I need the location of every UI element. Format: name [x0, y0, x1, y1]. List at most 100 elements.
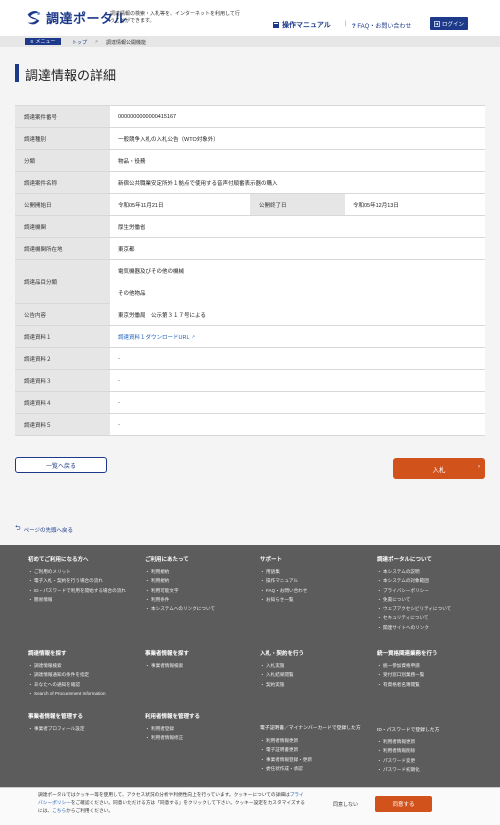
footer-link[interactable]: 利用者情報更新 — [377, 737, 439, 747]
footer-heading[interactable]: ご利用にあたって — [145, 555, 215, 563]
footer-link[interactable]: 入札実施 — [260, 661, 304, 671]
breadcrumb-item-top[interactable]: トップ — [72, 39, 87, 46]
table-row: 調達機関 厚生労働省 — [15, 216, 485, 238]
title-accent-bar — [15, 64, 19, 82]
row-label: 調達資料５ — [15, 414, 110, 435]
hamburger-icon: ≡ — [30, 38, 34, 45]
footer-link[interactable]: パスワード変更 — [377, 756, 439, 766]
row-label: 調達資料２ — [15, 348, 110, 369]
cookie-agree-button[interactable]: 同意する — [375, 796, 432, 812]
footer-link[interactable]: 利用条件 — [145, 595, 215, 605]
chevron-right-icon: › — [478, 464, 480, 470]
footer-heading[interactable]: 調達情報を探す — [28, 649, 106, 657]
row-label: 分類 — [15, 150, 110, 171]
footer-link[interactable]: 操作マニュアル — [260, 576, 307, 586]
footer-section-search-business: 事業者情報を探す 事業者情報検索 — [145, 649, 189, 671]
footer-section-about: 調達ポータルについて 本システムの説明 本システムの対象範囲 プライバシーポリシ… — [377, 555, 451, 632]
row-value: 東京都 — [110, 238, 485, 259]
footer-link[interactable]: 電子証明書更新 — [260, 745, 375, 755]
footer-link[interactable]: 用語集 — [260, 567, 307, 577]
footer-link[interactable]: 免責について — [377, 595, 451, 605]
footer-link[interactable]: あなたへの通知を確認 — [28, 680, 106, 690]
row-label: 調達種別 — [15, 128, 110, 149]
footer-link[interactable]: セキュリティについて — [377, 613, 451, 623]
footer-link[interactable]: Search of Procurement Information — [28, 689, 106, 699]
external-link-icon: ↗ — [191, 334, 195, 339]
footer-link[interactable]: 調達情報通知の条件を指定 — [28, 670, 106, 680]
footer-link[interactable]: 本システムへのリンクについて — [145, 604, 215, 614]
manual-link-label: 操作マニュアル — [282, 22, 331, 29]
manual-link[interactable]: 操作マニュアル — [272, 20, 331, 30]
footer-heading[interactable]: 事業者情報を管理する — [28, 712, 84, 720]
footer-heading[interactable]: 利用者情報を管理する — [145, 712, 200, 720]
row-value: 一般競争入札の入札公告（WTO対象外） — [110, 128, 485, 149]
footer-link[interactable]: 契約実施 — [260, 680, 304, 690]
breadcrumb-item-current: 調達情報公開機能 — [105, 39, 146, 46]
footer-link[interactable]: お知らせ一覧 — [260, 595, 307, 605]
back-to-list-button[interactable]: 一覧へ戻る — [15, 457, 107, 473]
row-value: 東京労働局 公示第３１７号による — [110, 304, 485, 325]
footer-link[interactable]: FAQ・お問い合わせ — [260, 586, 307, 596]
footer-link[interactable]: 事業者プロフィール設定 — [28, 724, 84, 734]
page-title: 調達情報の詳細 — [25, 68, 117, 83]
footer-link[interactable]: 利用者情報更新 — [260, 736, 375, 746]
faq-link-label: FAQ・お問い合わせ — [357, 24, 412, 30]
arrow-up-icon: ⮌ — [15, 525, 21, 532]
footer-link[interactable]: 入札結果閲覧 — [260, 670, 304, 680]
row-value: - — [110, 348, 485, 369]
menu-button[interactable]: ≡ メニュー — [25, 38, 61, 45]
footer-heading[interactable]: 初めてご利用になる方へ — [28, 555, 126, 563]
footer-section-manage-user: 利用者情報を管理する 利用者登録 利用者情報修正 — [145, 712, 200, 743]
footer-link[interactable]: 利用規約 — [145, 567, 215, 577]
details-table: 調達案件番号 0000000000000415167 調達種別 一般競争入札の入… — [15, 105, 485, 436]
footer-link[interactable]: 関連サイトへのリンク — [377, 623, 451, 633]
footer-link[interactable]: パスワード初期化 — [377, 765, 439, 775]
bid-button[interactable]: 入札 › — [393, 458, 485, 479]
footer-link[interactable]: 電子入札・契約を行う場合の流れ — [28, 576, 126, 586]
footer-heading[interactable]: 入札・契約を行う — [260, 649, 304, 657]
footer-link[interactable]: 受付窓口別業務一覧 — [377, 670, 438, 680]
cookie-text: 調達ポータルではクッキー等を使用して、アクセス状況の分析や利便性向上を行っていま… — [38, 792, 290, 797]
footer-heading[interactable]: 統一資格関連業務を行う — [377, 649, 438, 657]
footer-link[interactable]: 利用者情報修正 — [145, 733, 200, 743]
footer-heading[interactable]: 調達ポータルについて — [377, 555, 451, 563]
footer-link[interactable]: 事業者情報登録・更新 — [260, 755, 375, 765]
cookie-deny-button[interactable]: 同意しない — [333, 801, 358, 808]
table-row: 調達案件名称 新宿公共職業安定所外１拠点で使用する音声付順番表示器の購入 — [15, 172, 485, 194]
site-footer: 初めてご利用になる方へ ご利用のメリット 電子入札・契約を行う場合の流れ ID・… — [0, 545, 500, 825]
row-label: 公告内容 — [15, 304, 110, 325]
back-to-top-link[interactable]: ⮌ ページの先頭へ戻る — [15, 524, 73, 535]
table-row: 調達資料５ - — [15, 414, 485, 436]
footer-link[interactable]: 利用者登録 — [145, 724, 200, 734]
footer-link[interactable]: 調達情報検索 — [28, 661, 106, 671]
footer-heading[interactable]: サポート — [260, 555, 307, 563]
footer-link[interactable]: 利用者情報削除 — [377, 746, 439, 756]
footer-link[interactable]: 統一参加資格申請 — [377, 661, 438, 671]
footer-link[interactable]: 簡易情報 — [28, 595, 126, 605]
footer-link[interactable]: 委任状作成・承認 — [260, 764, 375, 774]
doc1-download-link[interactable]: 調達資料１ダウンロードURL — [118, 333, 190, 341]
footer-link[interactable]: 本システムの対象範囲 — [377, 576, 451, 586]
footer-link[interactable]: ウェブアクセシビリティについて — [377, 604, 451, 614]
faq-link[interactable]: ? FAQ・お問い合わせ — [352, 21, 411, 30]
footer-link[interactable]: ご利用のメリット — [28, 567, 126, 577]
row-label: 公開終了日 — [250, 194, 345, 215]
footer-section-certificate-users: 電子証明書／マイナンバーカードで登録した方 利用者情報更新 電子証明書更新 事業… — [260, 726, 375, 773]
footer-link[interactable]: ID・パスワードで利用を開始する場合の流れ — [28, 586, 126, 596]
login-button-label: ログイン — [441, 21, 464, 28]
login-button[interactable]: ログイン — [430, 17, 468, 30]
footer-subheading: ID・パスワードで登録した方 — [377, 728, 440, 733]
row-value: 厚生労働省 — [110, 216, 485, 237]
footer-link[interactable]: 本システムの説明 — [377, 567, 451, 577]
footer-link[interactable]: 利用可能文字 — [145, 586, 215, 596]
footer-link[interactable]: 有資格者名簿閲覧 — [377, 680, 438, 690]
row-value: 0000000000000415167 — [110, 106, 485, 127]
footer-section-search-procurement: 調達情報を探す 調達情報検索 調達情報通知の条件を指定 あなたへの通知を確認 S… — [28, 649, 106, 698]
footer-link[interactable]: プライバシーポリシー — [377, 586, 451, 596]
cookie-settings-link[interactable]: こちら — [52, 808, 66, 813]
footer-subheading: 電子証明書／マイナンバーカードで登録した方 — [260, 726, 361, 731]
footer-link[interactable]: 利用規約 — [145, 576, 215, 586]
footer-link[interactable]: 事業者情報検索 — [145, 661, 189, 671]
footer-heading[interactable]: 事業者情報を探す — [145, 649, 189, 657]
footer-section-first-time: 初めてご利用になる方へ ご利用のメリット 電子入札・契約を行う場合の流れ ID・… — [28, 555, 126, 604]
